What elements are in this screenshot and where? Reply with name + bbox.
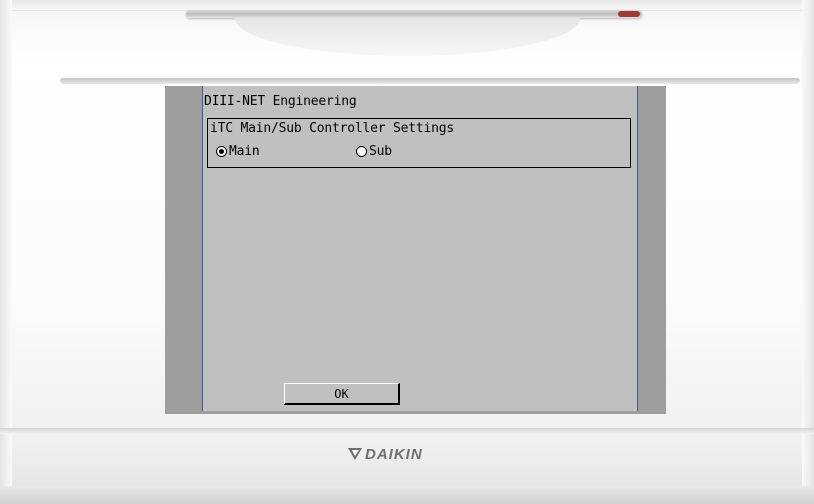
group-title: iTC Main/Sub Controller Settings bbox=[210, 121, 455, 136]
daikin-logo: DAIKIN bbox=[348, 444, 423, 464]
logo-text: DAIKIN bbox=[365, 445, 423, 463]
ok-button[interactable]: OK bbox=[284, 383, 400, 405]
stylus-tip bbox=[618, 11, 640, 17]
radio-main[interactable]: Main bbox=[216, 144, 260, 159]
daikin-logo-icon bbox=[348, 448, 362, 460]
controller-screen: DIII-NET Engineering iTC Main/Sub Contro… bbox=[202, 86, 638, 411]
screen-bezel bbox=[60, 78, 800, 84]
device-top-notch bbox=[235, 18, 580, 56]
radio-dot bbox=[219, 149, 224, 154]
device-body: DIII-NET Engineering iTC Main/Sub Contro… bbox=[0, 0, 814, 504]
device-lower-line bbox=[0, 428, 814, 434]
screen-title: DIII-NET Engineering bbox=[204, 94, 357, 109]
main-sub-settings-group: iTC Main/Sub Controller Settings Main Su… bbox=[207, 118, 631, 168]
stylus bbox=[186, 10, 642, 18]
radio-main-label: Main bbox=[229, 144, 260, 159]
radio-selected-icon[interactable] bbox=[216, 146, 227, 157]
radio-unselected-icon[interactable] bbox=[356, 146, 367, 157]
radio-sub[interactable]: Sub bbox=[356, 144, 392, 159]
radio-sub-label: Sub bbox=[369, 144, 392, 159]
device-bottom-strip bbox=[0, 486, 814, 504]
